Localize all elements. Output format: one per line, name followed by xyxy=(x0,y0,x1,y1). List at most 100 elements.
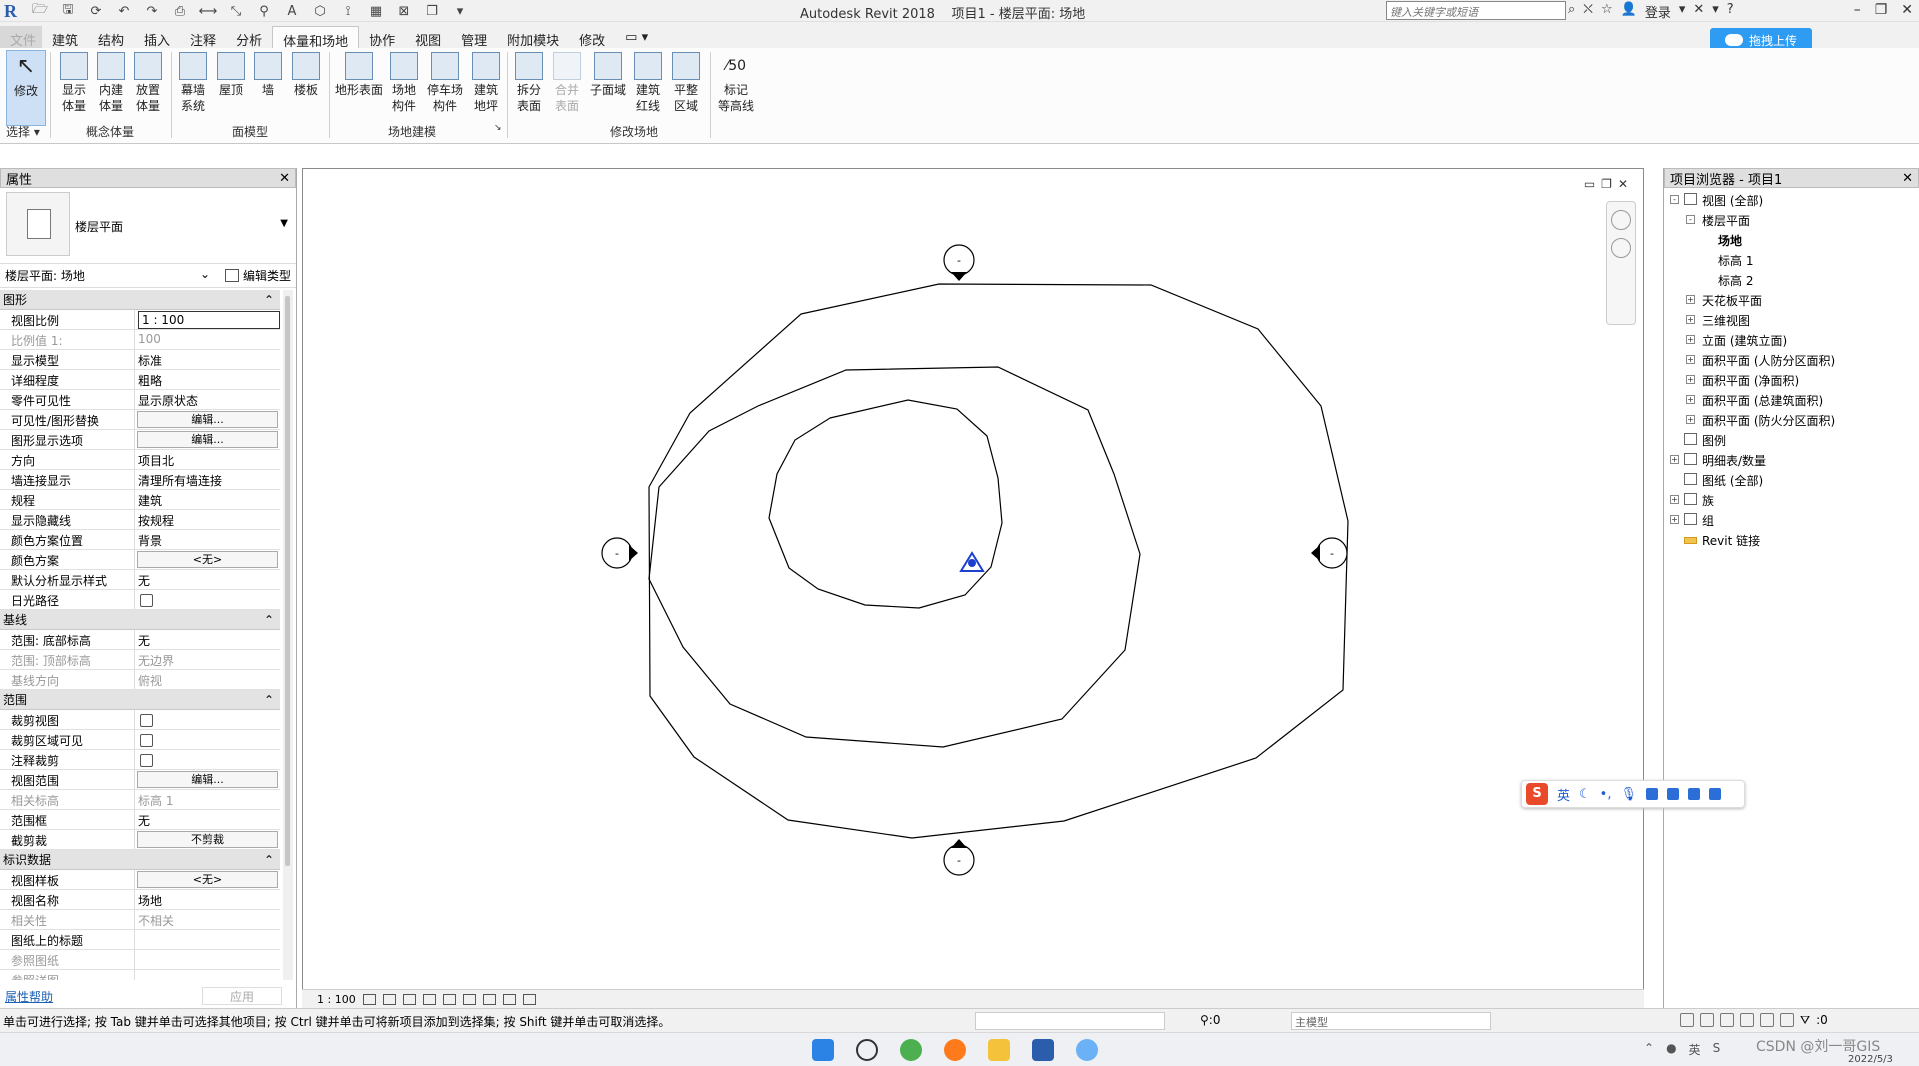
split-surface-button[interactable]: 拆分 表面 xyxy=(511,50,547,126)
browser-tree-item[interactable]: + 面积平面 (人防分区面积) xyxy=(1664,350,1919,370)
tab-addins[interactable]: 附加模块 xyxy=(497,26,569,49)
property-edit-button[interactable]: 不剪裁 xyxy=(137,831,278,848)
property-value[interactable]: 清理所有墙连接 xyxy=(135,470,280,489)
property-value[interactable]: 编辑... xyxy=(135,410,280,429)
property-value[interactable]: 编辑... xyxy=(135,770,280,789)
property-value[interactable]: 编辑... xyxy=(135,430,280,449)
sogou-tray-icon[interactable]: S xyxy=(1713,1041,1721,1058)
star-icon[interactable]: ☆ xyxy=(1601,2,1613,21)
label-contours-button[interactable]: ⁄50 标记 等高线 xyxy=(716,50,756,126)
section-icon[interactable]: ⟟ xyxy=(338,2,358,20)
help-icon[interactable]: ? xyxy=(1727,2,1734,21)
property-checkbox[interactable] xyxy=(140,754,153,767)
contour-inner[interactable] xyxy=(768,399,1003,609)
cart-icon[interactable]: ▾ xyxy=(1712,2,1719,21)
analytical-model-icon[interactable] xyxy=(522,993,536,1005)
instance-dropdown[interactable]: 楼层平面: 场地 ⌄ xyxy=(5,267,210,284)
browser-tree-item[interactable]: + 明细表/数量 xyxy=(1664,450,1919,470)
property-edit-button[interactable]: <无> xyxy=(137,871,278,888)
curtain-system-button[interactable]: 幕墙 系统 xyxy=(175,50,211,126)
revit-logo[interactable]: R xyxy=(4,1,17,22)
expand-icon[interactable]: + xyxy=(1686,375,1695,384)
chevron-down-icon[interactable]: ▾ xyxy=(1679,2,1686,21)
view-scale[interactable]: 1 : 100 xyxy=(317,993,356,1006)
punctuation-icon[interactable]: •, xyxy=(1600,787,1612,802)
login-link[interactable]: 登录 xyxy=(1645,2,1671,21)
property-value[interactable]: 建筑 xyxy=(135,490,280,509)
panel-select[interactable]: 选择 ▾ xyxy=(6,123,40,140)
expand-icon[interactable]: + xyxy=(1670,515,1679,524)
property-value[interactable] xyxy=(135,750,280,769)
browser-tree-item[interactable]: - 视图 (全部) xyxy=(1664,190,1919,210)
properties-scrollbar[interactable] xyxy=(283,290,293,980)
zoom-icon[interactable] xyxy=(1611,238,1631,258)
browser-tree-item[interactable]: Revit 链接 xyxy=(1664,530,1919,550)
property-edit-button[interactable]: <无> xyxy=(137,551,278,568)
close-icon[interactable]: ✕ xyxy=(1902,171,1913,186)
property-edit-button[interactable]: 编辑... xyxy=(137,411,278,428)
property-value[interactable] xyxy=(135,730,280,749)
property-value[interactable]: <无> xyxy=(135,550,280,569)
browser-tree-item[interactable]: 标高 1 xyxy=(1664,250,1919,270)
browser-tree-item[interactable]: + 组 xyxy=(1664,510,1919,530)
qq-icon[interactable]: ● xyxy=(1666,1041,1676,1058)
browser-tree-item[interactable]: + 三维视图 xyxy=(1664,310,1919,330)
site-component-button[interactable]: 场地 构件 xyxy=(386,50,422,126)
save-icon[interactable]: 🖫 xyxy=(58,2,78,20)
toposurface-button[interactable]: 地形表面 xyxy=(334,50,384,126)
property-group-header[interactable]: 范围 ⌃ xyxy=(0,690,280,710)
toolbox-icon[interactable] xyxy=(1709,788,1721,800)
building-pad-button[interactable]: 建筑 地坪 xyxy=(468,50,504,126)
browser-tree-item[interactable]: 场地 xyxy=(1664,230,1919,250)
tab-modify[interactable]: 修改 xyxy=(569,26,615,49)
browser-tree-item[interactable]: + 面积平面 (总建筑面积) xyxy=(1664,390,1919,410)
shadows-icon[interactable] xyxy=(422,993,436,1005)
elevation-marker-north[interactable]: - xyxy=(943,244,975,281)
browser-tree-item[interactable]: + 面积平面 (防火分区面积) xyxy=(1664,410,1919,430)
parking-component-button[interactable]: 停车场 构件 xyxy=(424,50,466,126)
property-value[interactable]: 项目北 xyxy=(135,450,280,469)
property-value[interactable]: 标准 xyxy=(135,350,280,369)
firefox-icon[interactable] xyxy=(944,1039,966,1061)
type-selector[interactable]: 楼层平面 ▼ xyxy=(0,188,296,264)
switch-windows-icon[interactable]: ❐ xyxy=(422,2,442,20)
property-group-header[interactable]: 图形 ⌃ xyxy=(0,290,280,310)
property-value[interactable]: 显示原状态 xyxy=(135,390,280,409)
expand-icon[interactable]: + xyxy=(1686,315,1695,324)
sogou-icon[interactable]: S xyxy=(1526,783,1548,805)
close-icon[interactable]: ✕ xyxy=(279,171,290,186)
scroll-thumb[interactable] xyxy=(285,296,290,866)
drag-elements-icon[interactable] xyxy=(1760,1013,1774,1027)
property-edit-button[interactable]: 编辑... xyxy=(137,771,278,788)
revit-taskbar-icon[interactable] xyxy=(1032,1039,1054,1061)
property-value[interactable]: 1 : 100 xyxy=(135,310,280,329)
text-icon[interactable]: A xyxy=(282,2,302,20)
tab-annotate[interactable]: 注释 xyxy=(180,26,226,49)
property-value-field[interactable]: 1 : 100 xyxy=(138,311,280,329)
expand-icon[interactable]: + xyxy=(1686,395,1695,404)
tab-architecture[interactable]: 建筑 xyxy=(42,26,88,49)
collapse-icon[interactable]: ⌃ xyxy=(264,853,274,867)
property-group-header[interactable]: 基线 ⌃ xyxy=(0,610,280,630)
floor-by-face-button[interactable]: 楼板 xyxy=(288,50,324,126)
close-hidden-icon[interactable]: ⊠ xyxy=(394,2,414,20)
detail-level-icon[interactable] xyxy=(362,993,376,1005)
contour-middle[interactable] xyxy=(648,366,1141,748)
ime-tray-icon[interactable]: 英 xyxy=(1689,1041,1701,1058)
browser-tree-item[interactable]: + 立面 (建筑立面) xyxy=(1664,330,1919,350)
ime-language[interactable]: 英 xyxy=(1557,785,1570,804)
collapse-icon[interactable]: ⌃ xyxy=(264,613,274,627)
property-checkbox[interactable] xyxy=(140,594,153,607)
property-line-button[interactable]: 建筑 红线 xyxy=(630,50,666,126)
properties-help-link[interactable]: 属性帮助 xyxy=(5,988,53,1005)
chevron-up-icon[interactable]: ⌃ xyxy=(1644,1041,1654,1058)
expand-icon[interactable]: + xyxy=(1686,355,1695,364)
tab-file[interactable]: 文件 xyxy=(0,26,42,49)
collapse-icon[interactable]: - xyxy=(1670,195,1679,204)
show-mass-button[interactable]: 显示 体量 xyxy=(56,50,92,126)
merge-surface-button[interactable]: 合并 表面 xyxy=(549,50,585,126)
undo-icon[interactable]: ↶ xyxy=(114,2,134,20)
property-group-header[interactable]: 标识数据 ⌃ xyxy=(0,850,280,870)
expand-icon[interactable]: + xyxy=(1686,415,1695,424)
property-value[interactable] xyxy=(135,930,280,949)
